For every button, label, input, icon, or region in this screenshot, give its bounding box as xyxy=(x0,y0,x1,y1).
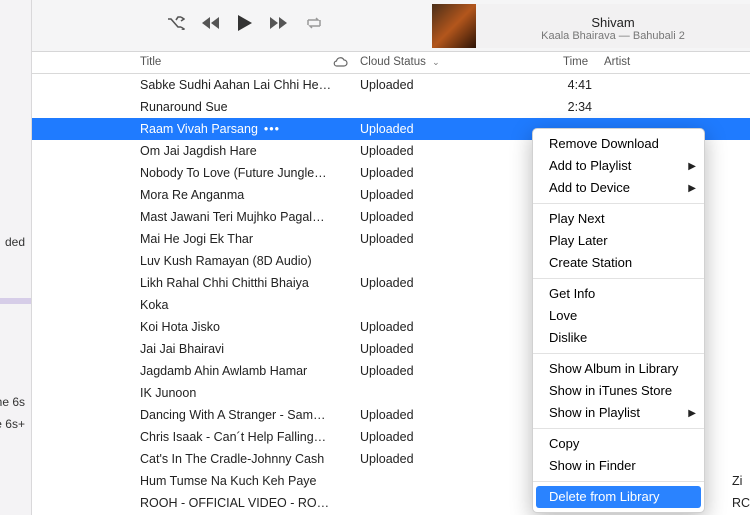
row-cloud-status: Uploaded xyxy=(360,272,500,294)
row-title: Nobody To Love (Future Jungle… xyxy=(140,162,350,184)
column-headers: Title Cloud Status ⌄ Time Artist Alb xyxy=(32,52,750,74)
row-title: Luv Kush Ramayan (8D Audio) xyxy=(140,250,350,272)
chevron-down-icon: ⌄ xyxy=(432,57,440,67)
row-cloud-status: Uploaded xyxy=(360,140,500,162)
context-menu: Remove Download Add to Playlist▶ Add to … xyxy=(532,128,705,513)
playback-controls xyxy=(167,14,323,32)
player-bar: Shivam Kaala Bhairava — Bahubali 2 xyxy=(32,0,750,52)
menu-copy[interactable]: Copy xyxy=(533,433,704,455)
menu-dislike[interactable]: Dislike xyxy=(533,327,704,349)
play-icon[interactable] xyxy=(237,14,253,32)
next-icon[interactable] xyxy=(269,16,289,30)
column-cloud-status[interactable]: Cloud Status ⌄ xyxy=(360,52,440,68)
menu-play-next[interactable]: Play Next xyxy=(533,208,704,230)
cloud-icon[interactable] xyxy=(332,56,348,68)
table-row[interactable]: Sabke Sudhi Aahan Lai Chhi He… Uploaded 4:… xyxy=(32,74,750,96)
row-title: Mora Re Anganma xyxy=(140,184,350,206)
table-row[interactable]: Runaround Sue 2:34 xyxy=(32,96,750,118)
column-title[interactable]: Title xyxy=(140,52,161,68)
row-artist: RC xyxy=(732,492,750,514)
menu-show-playlist[interactable]: Show in Playlist▶ xyxy=(533,402,704,424)
menu-show-finder[interactable]: Show in Finder xyxy=(533,455,704,477)
row-title: Koka xyxy=(140,294,350,316)
row-cloud-status: Uploaded xyxy=(360,360,500,382)
row-cloud-status: Uploaded xyxy=(360,316,500,338)
row-cloud-status: Uploaded xyxy=(360,338,500,360)
row-title: Likh Rahal Chhi Chitthi Bhaiya xyxy=(140,272,350,294)
sidebar-item-downloaded[interactable]: ded xyxy=(5,232,31,252)
menu-add-to-playlist[interactable]: Add to Playlist▶ xyxy=(533,155,704,177)
previous-icon[interactable] xyxy=(201,16,221,30)
shuffle-icon[interactable] xyxy=(167,16,185,30)
row-title: Chris Isaak - Can´t Help Falling… xyxy=(140,426,350,448)
repeat-icon[interactable] xyxy=(305,16,323,30)
row-title: Dancing With A Stranger - Sam… xyxy=(140,404,350,426)
menu-separator xyxy=(533,428,704,429)
row-cloud-status: Uploaded xyxy=(360,206,500,228)
row-title: IK Junoon xyxy=(140,382,350,404)
row-cloud-status: Uploaded xyxy=(360,426,500,448)
row-artist: Zi xyxy=(732,470,750,492)
now-playing-subtitle: Kaala Bhairava — Bahubali 2 xyxy=(484,30,742,42)
column-time[interactable]: Time xyxy=(563,52,588,68)
row-title: Jai Jai Bhairavi xyxy=(140,338,350,360)
row-time: 2:34 xyxy=(552,96,592,118)
row-cloud-status: Uploaded xyxy=(360,404,500,426)
menu-get-info[interactable]: Get Info xyxy=(533,283,704,305)
row-cloud-status: Uploaded xyxy=(360,74,500,96)
menu-play-later[interactable]: Play Later xyxy=(533,230,704,252)
menu-separator xyxy=(533,481,704,482)
now-playing-title: Shivam xyxy=(484,15,742,30)
menu-delete-from-library[interactable]: Delete from Library xyxy=(536,486,701,508)
row-title: Runaround Sue xyxy=(140,96,350,118)
menu-separator xyxy=(533,203,704,204)
menu-show-store[interactable]: Show in iTunes Store xyxy=(533,380,704,402)
sidebar-item-iphone6s-plus[interactable]: e 6s+ xyxy=(0,414,31,434)
submenu-arrow-icon: ▶ xyxy=(688,180,696,198)
row-cloud-status: Uploaded xyxy=(360,228,500,250)
row-title: Mast Jawani Teri Mujhko Pagal… xyxy=(140,206,350,228)
menu-remove-download[interactable]: Remove Download xyxy=(533,133,704,155)
menu-separator xyxy=(533,353,704,354)
row-cloud-status: Uploaded xyxy=(360,162,500,184)
sidebar-item-iphone6s[interactable]: ne 6s xyxy=(0,392,31,412)
menu-love[interactable]: Love xyxy=(533,305,704,327)
row-title: Sabke Sudhi Aahan Lai Chhi He… xyxy=(140,74,350,96)
row-title: Om Jai Jagdish Hare xyxy=(140,140,350,162)
row-cloud-status: Uploaded xyxy=(360,448,500,470)
column-artist[interactable]: Artist xyxy=(604,52,630,68)
menu-show-album[interactable]: Show Album in Library xyxy=(533,358,704,380)
row-title: Cat's In The Cradle-Johnny Cash xyxy=(140,448,350,470)
row-title: Koi Hota Jisko xyxy=(140,316,350,338)
menu-separator xyxy=(533,278,704,279)
row-title: Jagdamb Ahin Awlamb Hamar xyxy=(140,360,350,382)
row-title: Raam Vivah Parsang••• xyxy=(140,118,350,140)
sidebar: ded ne 6s e 6s+ xyxy=(0,0,32,515)
submenu-arrow-icon: ▶ xyxy=(688,405,696,423)
row-cloud-status: Uploaded xyxy=(360,184,500,206)
row-title: ROOH - OFFICIAL VIDEO - RO… xyxy=(140,492,350,514)
row-actions-icon[interactable]: ••• xyxy=(264,122,280,136)
row-time: 4:41 xyxy=(552,74,592,96)
menu-create-station[interactable]: Create Station xyxy=(533,252,704,274)
row-title: Mai He Jogi Ek Thar xyxy=(140,228,350,250)
menu-add-to-device[interactable]: Add to Device▶ xyxy=(533,177,704,199)
sidebar-item-selected[interactable] xyxy=(0,298,31,304)
submenu-arrow-icon: ▶ xyxy=(688,158,696,176)
now-playing[interactable]: Shivam Kaala Bhairava — Bahubali 2 xyxy=(432,4,750,48)
row-cloud-status: Uploaded xyxy=(360,118,500,140)
album-art xyxy=(432,4,476,48)
row-title: Hum Tumse Na Kuch Keh Paye xyxy=(140,470,350,492)
